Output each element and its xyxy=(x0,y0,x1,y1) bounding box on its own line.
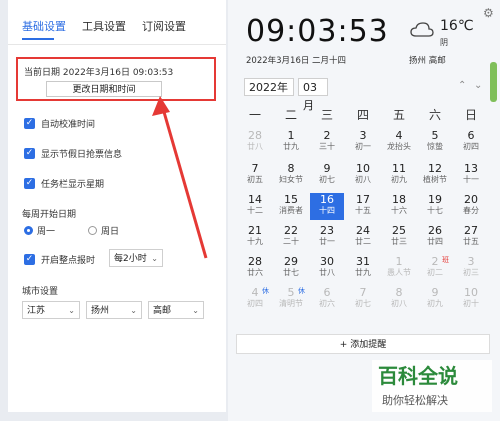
watermark-subtitle: 助你轻松解决 xyxy=(382,394,448,407)
watermark-logo: 百科全说 助你轻松解决 xyxy=(372,360,492,412)
watermark-title: 百科全说 xyxy=(378,364,458,388)
annotation-arrow xyxy=(152,96,208,259)
